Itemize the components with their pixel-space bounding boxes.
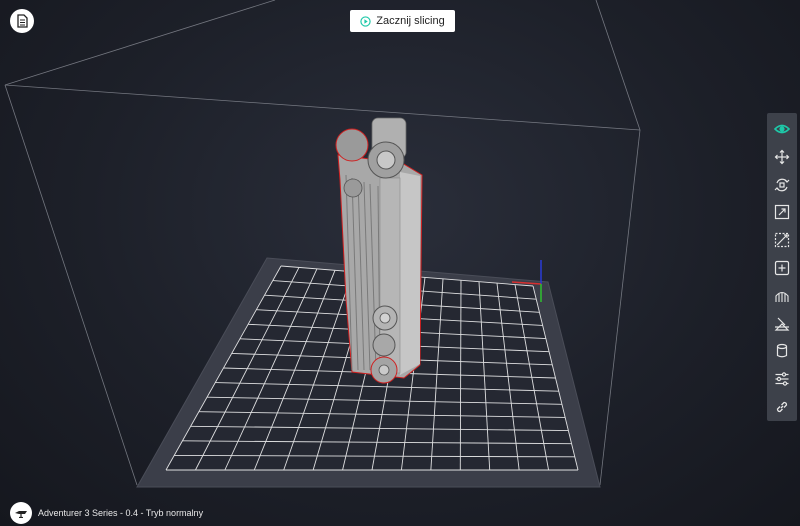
document-icon <box>16 14 28 28</box>
play-circle-icon <box>360 15 371 27</box>
eye-icon <box>774 124 790 134</box>
right-toolbar <box>767 113 797 421</box>
document-button[interactable] <box>10 9 34 33</box>
rotate-icon <box>774 178 790 191</box>
tool-move[interactable] <box>767 143 797 171</box>
tool-view[interactable] <box>767 115 797 143</box>
mirror-icon <box>774 233 790 248</box>
link-icon <box>776 401 788 413</box>
printer-icon <box>15 511 27 518</box>
printer-status-text: Adventurer 3 Series - 0.4 - Tryb normaln… <box>38 508 204 518</box>
move-icon <box>774 149 790 165</box>
cut-icon <box>774 317 790 331</box>
tool-link[interactable] <box>767 393 797 421</box>
tool-material[interactable] <box>767 338 797 366</box>
tool-cut[interactable] <box>767 310 797 338</box>
tool-rotate[interactable] <box>767 171 797 199</box>
settings-sliders-icon <box>775 372 789 386</box>
material-icon <box>776 344 788 358</box>
scale-icon <box>774 205 790 220</box>
printer-button[interactable] <box>10 502 32 524</box>
support-icon <box>775 291 789 302</box>
printer-status: Adventurer 3 Series - 0.4 - Tryb normaln… <box>10 502 203 524</box>
start-slicing-button[interactable]: Zacznij slicing <box>350 10 455 32</box>
tool-add-model[interactable] <box>767 254 797 282</box>
tool-mirror[interactable] <box>767 226 797 254</box>
3d-viewport[interactable] <box>0 0 800 526</box>
add-model-icon <box>774 260 790 276</box>
tool-settings[interactable] <box>767 365 797 393</box>
start-slicing-label: Zacznij slicing <box>376 15 445 27</box>
tool-support[interactable] <box>767 282 797 310</box>
tool-scale[interactable] <box>767 198 797 226</box>
